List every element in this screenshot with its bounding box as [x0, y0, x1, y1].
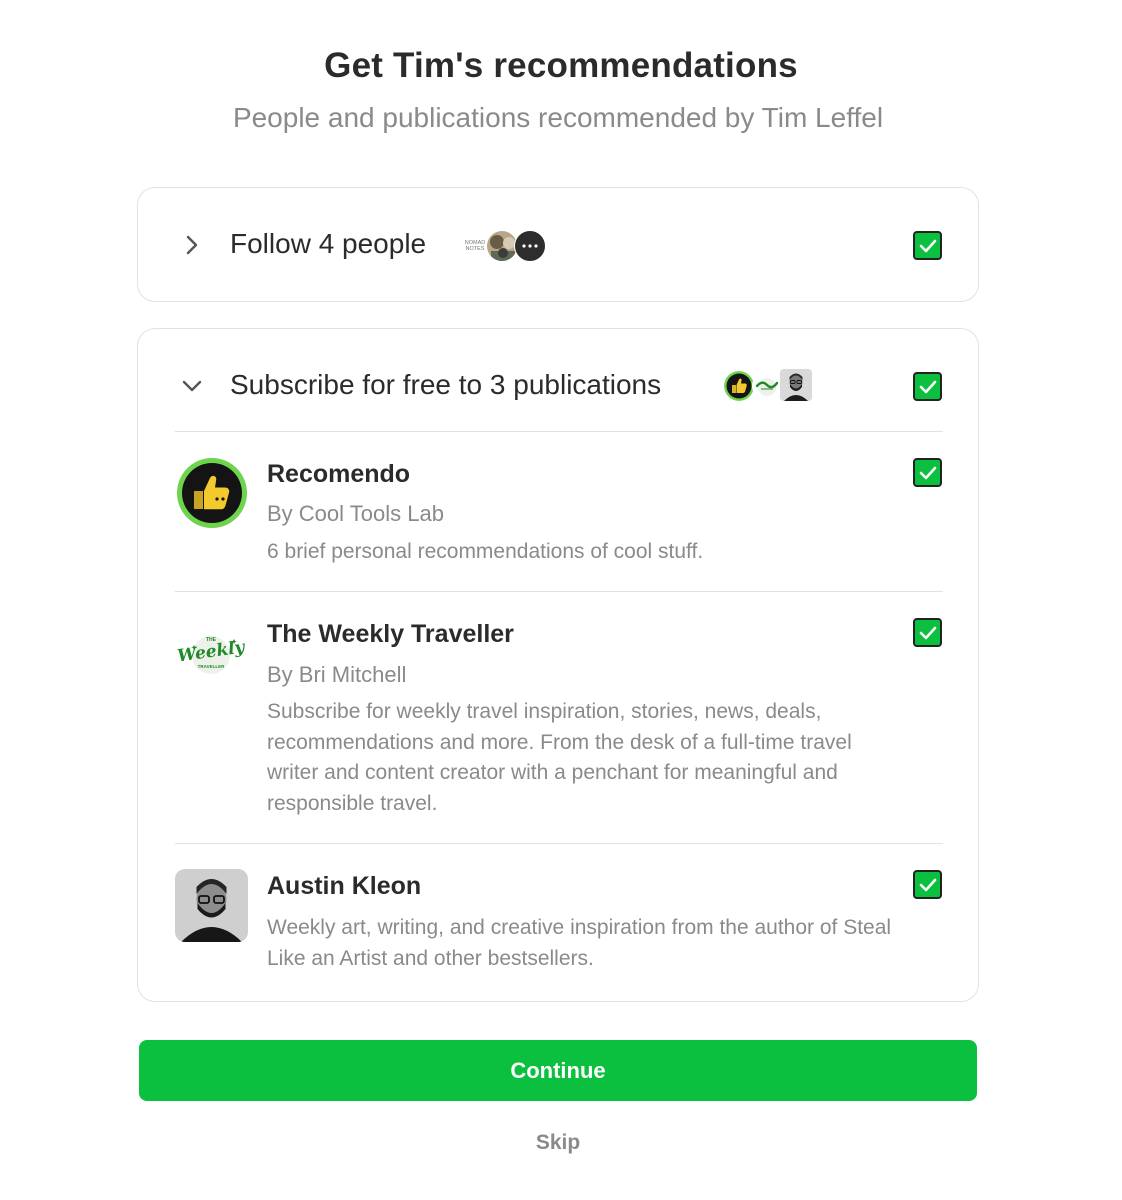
publication-description: Subscribe for weekly travel inspiration,… — [267, 700, 852, 815]
weekly-traveller-logo-bottom: TRAVELLER — [197, 664, 225, 669]
publication-name: Austin Kleon — [267, 872, 422, 900]
publication-avatars — [722, 369, 812, 404]
follow-people-section[interactable]: Follow 4 people NOMAD NOTES — [137, 187, 979, 302]
publication-description: Weekly art, writing, and creative inspir… — [267, 916, 892, 970]
publication-name: The Weekly Traveller — [267, 620, 514, 648]
skip-link[interactable]: Skip — [0, 1131, 1116, 1155]
follow-people-label: Follow 4 people — [230, 228, 427, 259]
publication-checkbox-austin-kleon[interactable] — [913, 870, 942, 899]
weekly-traveller-logo: THE Weekly TRAVELLER — [175, 617, 247, 689]
divider — [175, 591, 943, 592]
continue-button[interactable]: Continue — [139, 1040, 977, 1101]
publication-author: By Cool Tools Lab — [267, 501, 444, 526]
divider — [175, 431, 943, 432]
person-photo — [780, 369, 812, 401]
nomad-notes-logo-text: NOMAD NOTES — [464, 240, 486, 252]
publication-name: Recomendo — [267, 460, 411, 488]
chevron-down-icon[interactable] — [181, 375, 203, 397]
page-title: Get Tim's recommendations — [324, 46, 798, 85]
thumbs-up-logo — [724, 371, 754, 401]
publication-author: By Bri Mitchell — [267, 662, 407, 687]
subscribe-publications-section: Subscribe for free to 3 publications Rec… — [137, 328, 979, 1002]
publication-checkbox-weekly-traveller[interactable] — [913, 618, 942, 647]
publication-description: 6 brief personal recommendations of cool… — [267, 540, 704, 563]
follow-people-checkbox[interactable] — [913, 231, 942, 260]
person-photo — [175, 869, 248, 942]
thumbs-up-logo — [177, 458, 247, 528]
publication-checkbox-recomendo[interactable] — [913, 458, 942, 487]
divider — [175, 843, 943, 844]
chevron-right-icon[interactable] — [181, 234, 203, 256]
follow-avatars: NOMAD NOTES — [460, 229, 552, 263]
page-subtitle: People and publications recommended by T… — [232, 102, 884, 133]
subscribe-all-checkbox[interactable] — [913, 372, 942, 401]
subscribe-publications-label: Subscribe for free to 3 publications — [230, 369, 662, 400]
more-dots-icon — [514, 230, 546, 262]
weekly-traveller-logo — [752, 371, 782, 401]
